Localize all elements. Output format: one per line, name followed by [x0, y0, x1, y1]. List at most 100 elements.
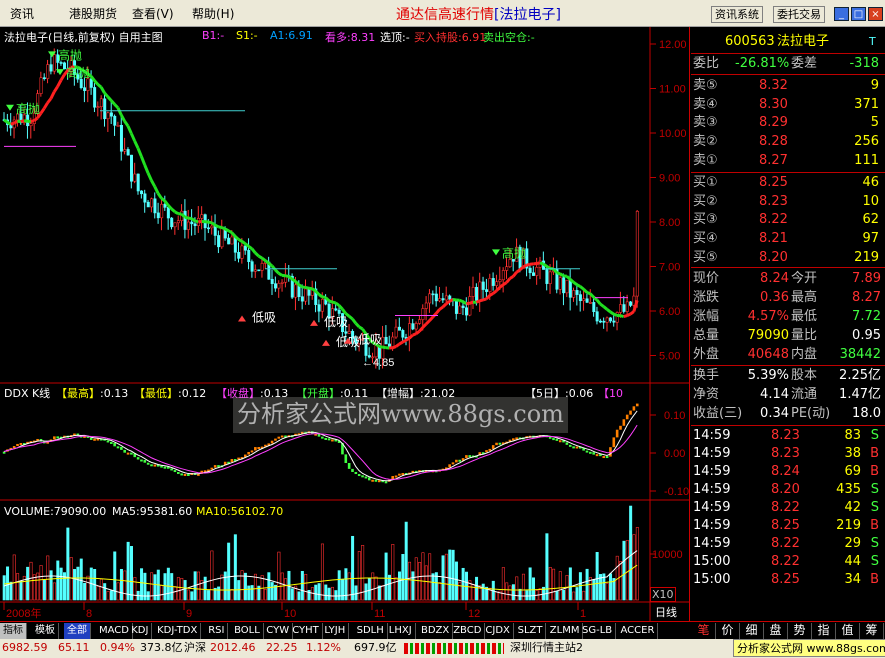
indicator-tab-lyjh[interactable]: LYJH: [321, 623, 350, 639]
stat-label: 量比: [791, 328, 818, 343]
sell-arrow-icon: [6, 104, 14, 111]
price-candle: [468, 296, 472, 316]
price-candle: [126, 149, 130, 156]
trend-line-segment: [214, 223, 220, 229]
indicator-tab-kdj-tdx[interactable]: KDJ-TDX: [154, 623, 202, 639]
bid-volume: 46: [862, 175, 879, 190]
volume-bar: [267, 572, 271, 601]
quote-tab-2[interactable]: 细: [740, 623, 764, 639]
close-icon[interactable]: ×: [868, 7, 883, 21]
period-label[interactable]: 日线: [655, 604, 677, 620]
price-candle: [93, 87, 97, 108]
indicator-6: 卖出空仓:-: [483, 31, 535, 44]
indicator-tab-cjdx[interactable]: CJDX: [482, 623, 514, 639]
quote-tab-0[interactable]: 笔: [692, 623, 716, 639]
trend-line-segment: [6, 121, 12, 126]
trade-side: B: [870, 464, 879, 479]
trend-line-segment: [348, 315, 354, 321]
trend-line-segment: [210, 221, 216, 227]
fin-label: 流通: [791, 387, 818, 402]
quote-tab-1[interactable]: 价: [716, 623, 740, 639]
trend-line-segment: [274, 268, 280, 275]
indicator-tab-bdzx[interactable]: BDZX: [418, 623, 454, 639]
indicator-tab-lhxj[interactable]: LHXJ: [386, 623, 416, 639]
ddx-bar: [468, 455, 472, 458]
ask-volume: 371: [854, 96, 879, 112]
indicator-tab-rsi[interactable]: RSI: [205, 623, 229, 639]
ddx-tick-label: 0.00: [664, 448, 685, 460]
ddx-bar: [331, 439, 334, 442]
ddx-bar: [120, 446, 123, 450]
ddx-bar: [448, 464, 451, 468]
volume-bar: [183, 580, 187, 601]
trade-time: 14:59: [693, 446, 731, 461]
volume-bar: [297, 591, 301, 601]
volume-bar: [411, 571, 415, 601]
high-sell-label: 高抛: [66, 65, 90, 80]
station-label[interactable]: 深圳行情主站2: [510, 639, 583, 657]
trend-line-segment: [184, 215, 189, 220]
menu-help[interactable]: 帮助(H): [192, 5, 234, 22]
trend-line-segment: [469, 300, 474, 305]
ddx-bar: [625, 414, 629, 420]
app-title: 通达信高速行情[法拉电子]: [396, 4, 561, 24]
indicator-tab-sdlh[interactable]: SDLH: [354, 623, 388, 639]
price-candle: [421, 308, 425, 320]
chart-area[interactable]: 12.00 11.00 10.00 9.00 8.00 7.00 6.00 5.00 高抛 高抛高…: [0, 27, 690, 622]
price-candle: [153, 198, 157, 214]
maximize-icon[interactable]: □: [851, 7, 866, 21]
trend-line-segment: [512, 271, 518, 278]
indicator-tab-全部[interactable]: 全部: [64, 623, 91, 639]
stat-label: 内盘: [791, 347, 818, 362]
indicator-tab-accer[interactable]: ACCER: [618, 623, 659, 639]
trend-line-segment: [119, 114, 126, 122]
minimize-icon[interactable]: _: [834, 7, 849, 21]
trend-line-segment: [620, 314, 625, 319]
trade-time: 14:59: [693, 428, 731, 443]
trend-line-segment: [264, 259, 270, 265]
price-candle: [598, 320, 602, 323]
quote-tab-3[interactable]: 盘: [764, 623, 788, 639]
trend-line-segment: [586, 291, 591, 296]
indicator-tab-zlmm[interactable]: ZLMM: [547, 623, 584, 639]
indicator-tab-模板[interactable]: 模板: [32, 623, 59, 639]
trend-line-segment: [261, 256, 267, 262]
quote-tab-4[interactable]: 势: [788, 623, 812, 639]
indicator-1: S1:-: [236, 29, 258, 42]
volume-bar: [190, 591, 194, 601]
price-candle: [250, 261, 254, 272]
menu-info[interactable]: 资讯: [10, 5, 34, 22]
ask-label: 卖⑤: [693, 78, 718, 93]
price-candle: [274, 283, 278, 289]
price-candle: [374, 345, 378, 358]
indicator-tab-boll[interactable]: BOLL: [231, 623, 264, 639]
price-candle: [190, 221, 194, 225]
info-system-button[interactable]: 资讯系统: [711, 6, 763, 23]
volume-bar: [106, 591, 110, 601]
trend-line-segment: [285, 274, 290, 278]
menu-view[interactable]: 查看(V): [132, 5, 174, 22]
indicator-tab-slzt[interactable]: SLZT: [515, 623, 547, 639]
indicator-tab-cyht[interactable]: CYHT: [289, 623, 323, 639]
trade-button[interactable]: 委托交易: [773, 6, 825, 23]
menu-hk-futures[interactable]: 港股期货: [69, 5, 117, 22]
volume-bar: [384, 552, 388, 601]
quote-tab-5[interactable]: 指: [812, 623, 836, 639]
quote-tab-7[interactable]: 筹: [860, 623, 884, 639]
quote-tab-6[interactable]: 值: [836, 623, 860, 639]
volume-bar: [629, 505, 633, 601]
trend-line-segment: [30, 119, 35, 123]
indicator-tab-zbcd[interactable]: ZBCD: [450, 623, 486, 639]
ask-volume: 9: [870, 78, 879, 93]
volume-bar: [240, 570, 244, 601]
indicator-tab-sg-lb[interactable]: SG-LB: [579, 623, 617, 639]
indicator-tab-指标[interactable]: 指标: [0, 623, 27, 639]
stat-label: 现价: [693, 271, 720, 286]
price-candle: [150, 198, 154, 208]
price-candle: [46, 64, 50, 79]
price-candle: [625, 301, 629, 312]
indicator-tab-kdj[interactable]: KDJ: [128, 623, 153, 639]
price-candle: [320, 298, 324, 312]
ddx-bar: [16, 443, 19, 447]
trend-line-segment: [103, 91, 109, 98]
